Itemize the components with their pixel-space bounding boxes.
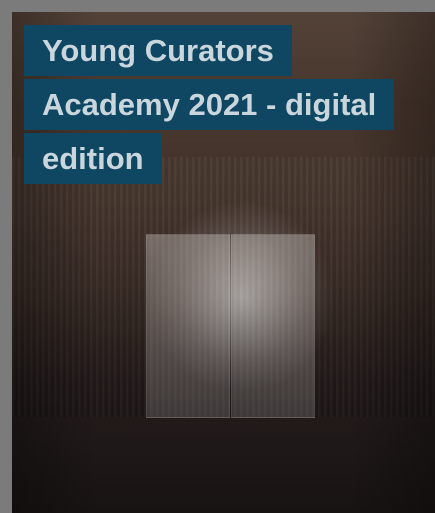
card-title: Young Curators Academy 2021 - digital ed… [24, 24, 414, 186]
card-title-text: Young Curators Academy 2021 - digital ed… [24, 25, 395, 184]
title-overlay: Young Curators Academy 2021 - digital ed… [24, 24, 414, 186]
event-card[interactable]: Young Curators Academy 2021 - digital ed… [12, 12, 435, 513]
